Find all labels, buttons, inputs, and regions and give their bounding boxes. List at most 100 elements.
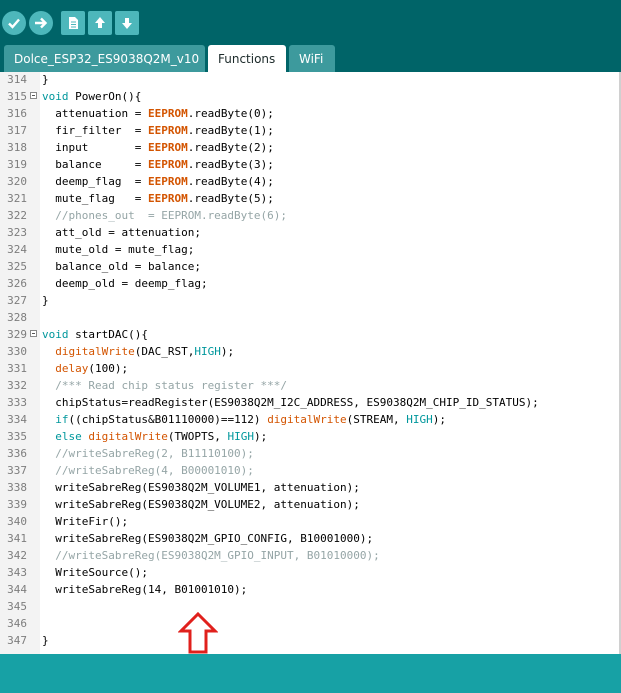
code-text: void PowerOn(){ — [42, 88, 141, 105]
code-token: (STREAM, — [346, 413, 407, 426]
fold-toggle-icon[interactable] — [30, 92, 37, 99]
code-line[interactable]: 330 digitalWrite(DAC_RST,HIGH); — [0, 343, 621, 360]
new-file-icon — [69, 17, 78, 29]
code-token: WriteSource(); — [42, 566, 148, 579]
code-line[interactable]: 335 else digitalWrite(TWOPTS, HIGH); — [0, 428, 621, 445]
code-line[interactable]: 345 — [0, 598, 621, 615]
code-text: else digitalWrite(TWOPTS, HIGH); — [42, 428, 267, 445]
line-number: 319 — [7, 158, 27, 171]
line-number: 331 — [7, 362, 27, 375]
upload-button[interactable] — [29, 11, 53, 35]
code-line[interactable]: 328 — [0, 309, 621, 326]
code-line[interactable]: 320 deemp_flag = EEPROM.readByte(4); — [0, 173, 621, 190]
code-editor[interactable]: 314} 315 void PowerOn(){316 attenuation = … — [0, 72, 621, 654]
line-number: 316 — [7, 107, 27, 120]
code-line[interactable]: 343 WriteSource(); — [0, 564, 621, 581]
code-line[interactable]: 315 void PowerOn(){ — [0, 88, 621, 105]
code-token: EEPROM — [147, 158, 188, 171]
line-number: 345 — [7, 600, 27, 613]
code-token: WriteFir(); — [42, 515, 129, 528]
code-token: //writeSabreReg(ES9038Q2M_GPIO_INPUT, B0… — [42, 549, 380, 562]
code-line[interactable]: 347} — [0, 632, 621, 649]
verify-button[interactable] — [2, 11, 26, 35]
code-line[interactable]: 331 delay(100); — [0, 360, 621, 377]
code-line[interactable]: 342 //writeSabreReg(ES9038Q2M_GPIO_INPUT… — [0, 547, 621, 564]
code-line[interactable]: 323 att_old = attenuation; — [0, 224, 621, 241]
code-line[interactable]: 317 fir_filter = EEPROM.readByte(1); — [0, 122, 621, 139]
code-line[interactable]: 327} — [0, 292, 621, 309]
line-number: 317 — [7, 124, 27, 137]
new-button[interactable] — [61, 11, 85, 35]
line-number: 315 — [7, 90, 27, 103]
open-button[interactable] — [88, 11, 112, 35]
code-token: writeSabreReg(14, B01001010); — [42, 583, 248, 596]
code-line[interactable]: 340 WriteFir(); — [0, 513, 621, 530]
code-token: EEPROM — [147, 107, 188, 120]
line-number: 326 — [7, 277, 27, 290]
line-number: 343 — [7, 566, 27, 579]
code-token: (DAC_RST, — [134, 345, 195, 358]
code-line[interactable]: 324 mute_old = mute_flag; — [0, 241, 621, 258]
line-number: 339 — [7, 498, 27, 511]
code-token: EEPROM — [147, 124, 188, 137]
code-token: writeSabreReg(ES9038Q2M_VOLUME2, attenua… — [42, 498, 360, 511]
code-token: .readByte(3); — [187, 158, 274, 171]
code-text: att_old = attenuation; — [42, 224, 201, 241]
code-token: balance = — [42, 158, 148, 171]
code-token: /*** Read chip status register ***/ — [42, 379, 288, 392]
code-token: //writeSabreReg(4, B00001010); — [42, 464, 254, 477]
code-line[interactable]: 326 deemp_old = deemp_flag; — [0, 275, 621, 292]
code-line[interactable]: 337 //writeSabreReg(4, B00001010); — [0, 462, 621, 479]
code-line[interactable]: 334 if((chipStatus&B01110000)==112) digi… — [0, 411, 621, 428]
code-token: .readByte(2); — [187, 141, 274, 154]
code-line[interactable]: 341 writeSabreReg(ES9038Q2M_GPIO_CONFIG,… — [0, 530, 621, 547]
code-line[interactable]: 338 writeSabreReg(ES9038Q2M_VOLUME1, att… — [0, 479, 621, 496]
code-text: chipStatus=readRegister(ES9038Q2M_I2C_AD… — [42, 394, 538, 411]
code-line[interactable]: 339 writeSabreReg(ES9038Q2M_VOLUME2, att… — [0, 496, 621, 513]
code-line[interactable]: 329 void startDAC(){ — [0, 326, 621, 343]
code-token: EEPROM — [147, 175, 188, 188]
code-token: ); — [432, 413, 447, 426]
code-line[interactable]: 332 /*** Read chip status register ***/ — [0, 377, 621, 394]
line-number: 344 — [7, 583, 27, 596]
red-up-arrow-icon — [178, 612, 218, 654]
code-line[interactable]: 336 //writeSabreReg(2, B11110100); — [0, 445, 621, 462]
code-line[interactable]: 319 balance = EEPROM.readByte(3); — [0, 156, 621, 173]
tab-functions[interactable]: Functions — [208, 45, 286, 72]
code-line[interactable]: 318 input = EEPROM.readByte(2); — [0, 139, 621, 156]
code-token: HIGH — [227, 430, 254, 443]
save-button[interactable] — [115, 11, 139, 35]
line-number: 314 — [7, 73, 27, 86]
line-number: 333 — [7, 396, 27, 409]
code-line[interactable]: 344 writeSabreReg(14, B01001010); — [0, 581, 621, 598]
code-line[interactable]: 325 balance_old = balance; — [0, 258, 621, 275]
code-token: ); — [253, 430, 268, 443]
tab-wifi[interactable]: WiFi — [289, 45, 335, 72]
code-text: //writeSabreReg(ES9038Q2M_GPIO_INPUT, B0… — [42, 547, 380, 564]
code-line[interactable]: 346 — [0, 615, 621, 632]
tab-bar: Dolce_ESP32_ES9038Q2M_v10 Functions WiFi — [0, 42, 621, 72]
code-line[interactable]: 321 mute_flag = EEPROM.readByte(5); — [0, 190, 621, 207]
status-bar — [0, 654, 621, 693]
line-number: 340 — [7, 515, 27, 528]
code-token: fir_filter = — [42, 124, 148, 137]
code-text: } — [42, 72, 49, 88]
arrow-up-icon — [95, 17, 105, 28]
code-text: writeSabreReg(ES9038Q2M_VOLUME1, attenua… — [42, 479, 360, 496]
code-text: } — [42, 632, 49, 649]
code-text: if((chipStatus&B01110000)==112) digitalW… — [42, 411, 446, 428]
code-token: .readByte(5); — [187, 192, 274, 205]
code-token: if — [55, 413, 69, 426]
code-token: writeSabreReg(ES9038Q2M_GPIO_CONFIG, B10… — [42, 532, 374, 545]
code-token: //writeSabreReg(2, B11110100); — [42, 447, 254, 460]
code-line[interactable]: 316 attenuation = EEPROM.readByte(0); — [0, 105, 621, 122]
code-token: .readByte(1); — [187, 124, 274, 137]
code-line[interactable]: 333 chipStatus=readRegister(ES9038Q2M_I2… — [0, 394, 621, 411]
fold-toggle-icon[interactable] — [30, 330, 37, 337]
code-line[interactable]: 322 //phones_out = EEPROM.readByte(6); — [0, 207, 621, 224]
code-line[interactable]: 314} — [0, 72, 621, 88]
tab-dolce-esp32[interactable]: Dolce_ESP32_ES9038Q2M_v10 — [4, 45, 205, 72]
